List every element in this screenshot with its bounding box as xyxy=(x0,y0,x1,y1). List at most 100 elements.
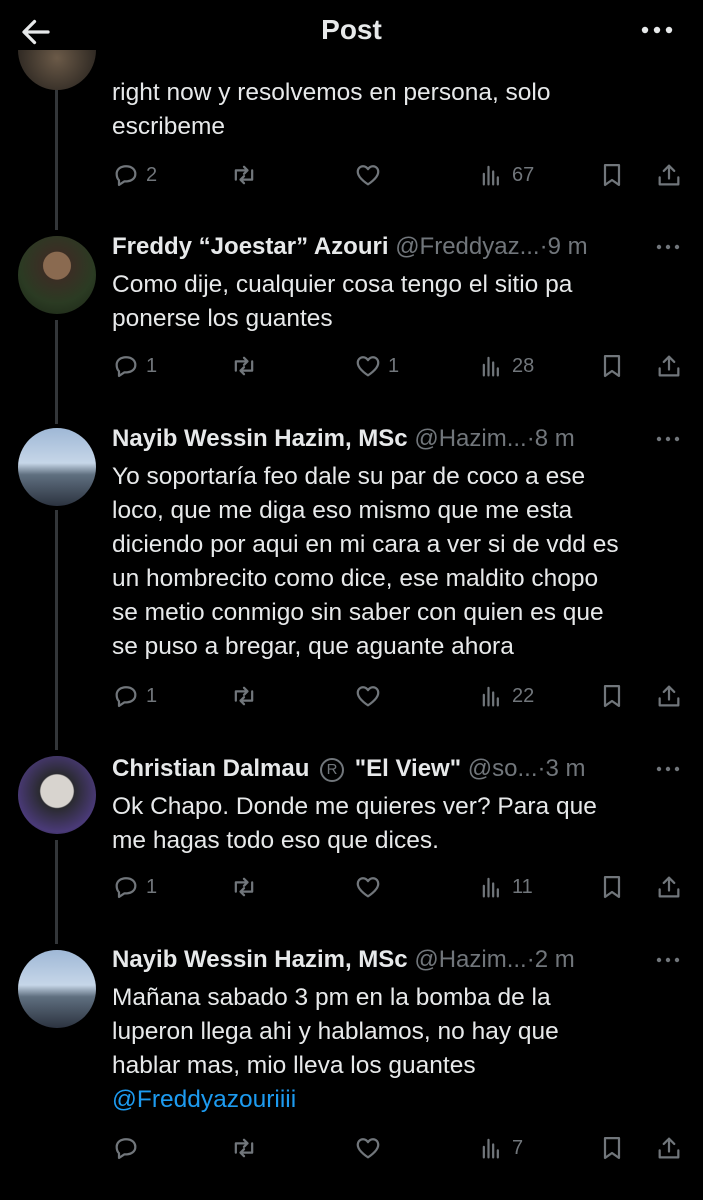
retweet-button[interactable] xyxy=(230,872,258,902)
reply-button[interactable]: 1 xyxy=(112,872,157,902)
reply-icon xyxy=(115,877,137,899)
author-handle[interactable]: @so... xyxy=(468,755,538,782)
reply-count: 1 xyxy=(146,684,158,707)
retweet-button[interactable] xyxy=(230,351,258,381)
retweet-icon xyxy=(234,686,254,706)
thread-line xyxy=(55,510,58,750)
bar-chart-icon xyxy=(482,877,499,898)
share-button[interactable] xyxy=(655,351,683,381)
tweet-header: Christian Dalmau R "El View" @so...·3 m xyxy=(112,755,586,782)
like-button[interactable] xyxy=(354,872,382,902)
bookmark-button[interactable] xyxy=(598,872,626,902)
timestamp[interactable]: 9 m xyxy=(548,233,588,260)
author-handle[interactable]: @Freddyaz... xyxy=(395,233,539,260)
reply-count: 1 xyxy=(146,354,158,377)
more-icon[interactable] xyxy=(653,238,683,256)
timestamp[interactable]: 2 m xyxy=(535,946,575,973)
share-icon xyxy=(658,685,680,707)
like-button[interactable] xyxy=(354,1133,382,1163)
timestamp[interactable]: 3 m xyxy=(545,755,585,782)
like-count: 1 xyxy=(388,354,400,377)
reply-count: 1 xyxy=(146,875,158,898)
tweet-actions: 7 xyxy=(112,1133,687,1163)
views-button[interactable]: 22 xyxy=(478,681,534,711)
tweet-header: Nayib Wessin Hazim, MSc @Hazim...·8 m xyxy=(112,425,575,452)
author-name[interactable]: Nayib Wessin Hazim, MSc xyxy=(112,946,408,973)
avatar[interactable] xyxy=(18,236,96,314)
retweet-button[interactable] xyxy=(230,160,258,190)
mention-link[interactable]: @Freddyazouriiii xyxy=(112,1083,682,1117)
share-button[interactable] xyxy=(655,681,683,711)
avatar[interactable] xyxy=(18,756,96,834)
retweet-icon xyxy=(234,356,254,376)
view-count: 22 xyxy=(512,684,535,707)
bookmark-icon xyxy=(603,163,621,187)
bookmark-button[interactable] xyxy=(598,351,626,381)
tweet-header: Freddy “Joestar” Azouri @Freddyaz...·9 m xyxy=(112,233,588,260)
tweet-actions: 1 22 xyxy=(112,681,687,711)
views-button[interactable]: 28 xyxy=(478,351,534,381)
retweet-button[interactable] xyxy=(230,681,258,711)
more-horizontal-icon[interactable] xyxy=(637,18,677,42)
reply-button[interactable]: 2 xyxy=(112,160,157,190)
share-icon xyxy=(658,876,680,898)
thread-line xyxy=(55,840,58,944)
author-handle[interactable]: @Hazim... xyxy=(414,946,526,973)
top-bar: Post xyxy=(0,0,703,62)
author-name[interactable]: Nayib Wessin Hazim, MSc xyxy=(112,425,408,452)
reply-icon xyxy=(115,165,137,187)
reply-button[interactable]: 1 xyxy=(112,351,157,381)
heart-icon xyxy=(356,1138,380,1159)
more-icon[interactable] xyxy=(653,430,683,448)
retweet-icon xyxy=(234,877,254,897)
author-name-suffix[interactable]: "El View" xyxy=(355,755,461,782)
bookmark-icon xyxy=(603,1136,621,1160)
like-button[interactable] xyxy=(354,681,382,711)
retweet-button[interactable] xyxy=(230,1133,258,1163)
tweet-text: Yo soportaría feo dale su par de coco a … xyxy=(112,463,619,660)
share-button[interactable] xyxy=(655,1133,683,1163)
author-name[interactable]: Freddy “Joestar” Azouri xyxy=(112,233,389,260)
views-button[interactable]: 67 xyxy=(478,160,534,190)
bookmark-icon xyxy=(603,875,621,899)
bar-chart-icon xyxy=(482,165,499,186)
view-count: 11 xyxy=(512,875,533,898)
share-icon xyxy=(658,164,680,186)
tweet-text: Mañana sabado 3 pm en la bomba de la lup… xyxy=(112,981,682,1117)
reply-icon xyxy=(115,1138,137,1160)
bookmark-button[interactable] xyxy=(598,160,626,190)
more-icon[interactable] xyxy=(653,951,683,969)
reply-icon xyxy=(115,686,137,708)
avatar[interactable] xyxy=(18,428,96,506)
reply-icon xyxy=(115,356,137,378)
share-button[interactable] xyxy=(655,160,683,190)
retweet-icon xyxy=(234,165,254,185)
bar-chart-icon xyxy=(482,1138,499,1159)
reply-button[interactable]: 1 xyxy=(112,681,157,711)
tweet-text: right now y resolvemos en persona, solo … xyxy=(112,79,551,140)
view-count: 67 xyxy=(512,163,535,186)
heart-icon xyxy=(356,686,380,707)
share-button[interactable] xyxy=(655,872,683,902)
bookmark-button[interactable] xyxy=(598,681,626,711)
thread-line xyxy=(55,80,58,230)
thread-line xyxy=(55,320,58,424)
reply-button[interactable] xyxy=(112,1133,140,1163)
more-icon[interactable] xyxy=(653,760,683,778)
timestamp[interactable]: 8 m xyxy=(535,425,575,452)
views-button[interactable]: 7 xyxy=(478,1133,523,1163)
bar-chart-icon xyxy=(482,356,499,377)
like-button[interactable]: 1 xyxy=(354,351,399,381)
bar-chart-icon xyxy=(482,686,499,707)
heart-icon xyxy=(356,165,380,186)
views-button[interactable]: 11 xyxy=(478,872,533,902)
view-count: 7 xyxy=(512,1136,524,1159)
bookmark-button[interactable] xyxy=(598,1133,626,1163)
author-name[interactable]: Christian Dalmau xyxy=(112,755,309,782)
bookmark-icon xyxy=(603,684,621,708)
view-count: 28 xyxy=(512,354,535,377)
author-handle[interactable]: @Hazim... xyxy=(414,425,526,452)
avatar[interactable] xyxy=(18,950,96,1028)
like-button[interactable] xyxy=(354,160,382,190)
reply-count: 2 xyxy=(146,163,158,186)
